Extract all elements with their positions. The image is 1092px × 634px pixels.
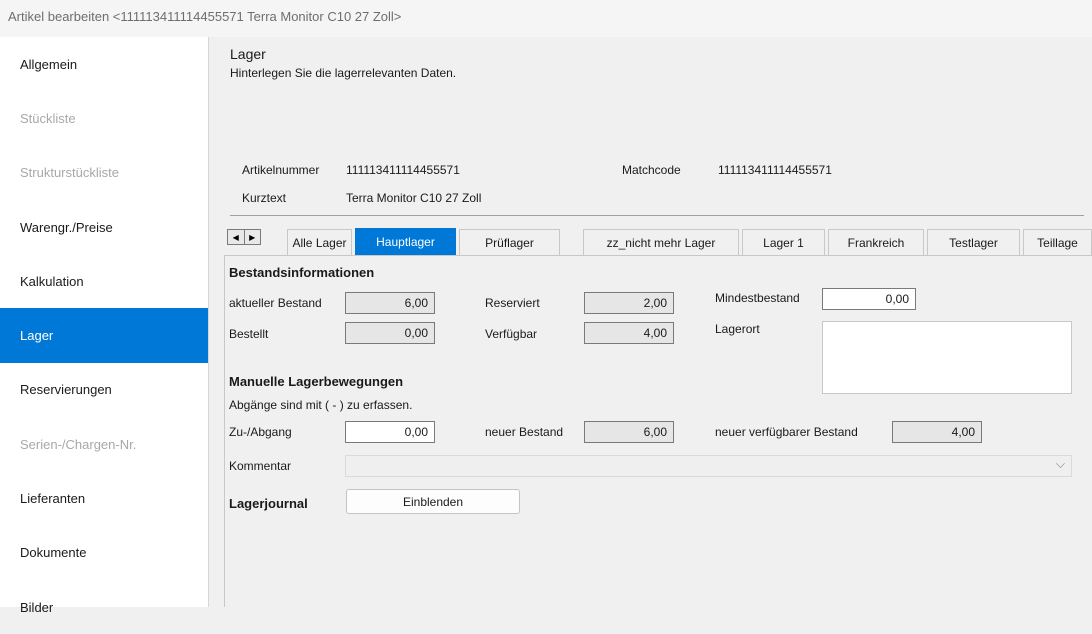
tab-lager-1[interactable]: Lager 1: [742, 229, 825, 255]
stock-journal-heading: Lagerjournal: [229, 496, 308, 511]
minimum-stock-label: Mindestbestand: [715, 291, 800, 305]
new-stock-label: neuer Bestand: [485, 425, 564, 439]
tab-teillager[interactable]: Teillage: [1023, 229, 1092, 255]
change-label: Zu-/Abgang: [229, 425, 292, 439]
sidebar-item-serien-chargen: Serien-/Chargen-Nr.: [20, 436, 137, 452]
new-stock-field: 6,00: [584, 421, 674, 443]
stock-info-heading: Bestandsinformationen: [229, 265, 375, 280]
tab-frankreich[interactable]: Frankreich: [828, 229, 924, 255]
sidebar-item-reservierungen[interactable]: Reservierungen: [0, 363, 208, 417]
movements-hint: Abgänge sind mit ( - ) zu erfassen.: [229, 398, 413, 412]
chevron-down-icon[interactable]: [1056, 459, 1065, 468]
sidebar-item-lager[interactable]: Lager: [0, 308, 208, 363]
tab-panel-hauptlager: Bestandsinformationen aktueller Bestand …: [224, 255, 1092, 607]
matchcode-value: 111113411114455571: [718, 163, 832, 177]
shorttext-value: Terra Monitor C10 27 Zoll: [346, 191, 482, 205]
tab-hauptlager[interactable]: Hauptlager: [355, 228, 456, 255]
available-label: Verfügbar: [485, 327, 538, 341]
sidebar: Allgemein Stückliste Strukturstückliste …: [0, 37, 209, 615]
available-field: 4,00: [584, 322, 674, 344]
separator: [230, 215, 1084, 216]
reserved-label: Reserviert: [485, 296, 540, 310]
page-subtitle: Hinterlegen Sie die lagerrelevanten Date…: [230, 66, 457, 80]
tab-alle-lager[interactable]: Alle Lager: [287, 229, 352, 255]
location-label: Lagerort: [715, 322, 760, 336]
chevron-right-icon[interactable]: ▶: [243, 230, 261, 244]
tab-testlager[interactable]: Testlager: [927, 229, 1020, 255]
sidebar-item-stueckliste: Stückliste: [20, 110, 76, 126]
sidebar-item-lieferanten[interactable]: Lieferanten: [0, 471, 208, 525]
manual-movements-heading: Manuelle Lagerbewegungen: [229, 374, 404, 389]
comment-combobox[interactable]: [345, 455, 1072, 477]
window-title: Artikel bearbeiten <111113411114455571 T…: [0, 0, 1092, 37]
show-journal-button[interactable]: Einblenden: [346, 489, 520, 514]
change-input[interactable]: 0,00: [345, 421, 435, 443]
article-number-label: Artikelnummer: [242, 163, 320, 177]
current-stock-label: aktueller Bestand: [229, 296, 322, 310]
main-panel: Lager Hinterlegen Sie die lagerrelevante…: [210, 37, 1092, 607]
matchcode-label: Matchcode: [622, 163, 681, 177]
tab-scroll-buttons[interactable]: ◀ ▶: [227, 229, 261, 245]
sidebar-item-kalkulation[interactable]: Kalkulation: [0, 254, 208, 308]
sidebar-item-dokumente[interactable]: Dokumente: [0, 526, 208, 580]
comment-label: Kommentar: [229, 459, 292, 473]
sidebar-item-warengruppe-preise[interactable]: Warengr./Preise: [0, 200, 208, 254]
new-available-field: 4,00: [892, 421, 982, 443]
minimum-stock-input[interactable]: 0,00: [822, 288, 916, 310]
tab-zz-nicht-mehr-lager[interactable]: zz_nicht mehr Lager: [583, 229, 739, 255]
ordered-field: 0,00: [345, 322, 435, 344]
tab-prueflager[interactable]: Prüflager: [459, 229, 560, 255]
new-available-label: neuer verfügbarer Bestand: [715, 425, 858, 439]
shorttext-label: Kurztext: [242, 191, 287, 205]
article-number-value: 111113411114455571: [346, 163, 460, 177]
reserved-field: 2,00: [584, 292, 674, 314]
current-stock-field: 6,00: [345, 292, 435, 314]
tab-strip: ◀ ▶ Alle Lager Hauptlager Prüflager zz_n…: [224, 228, 1092, 255]
chevron-left-icon[interactable]: ◀: [228, 230, 244, 244]
sidebar-item-allgemein[interactable]: Allgemein: [0, 37, 208, 91]
sidebar-item-strukturstueckliste: Strukturstückliste: [20, 165, 119, 181]
location-textarea[interactable]: [822, 321, 1072, 394]
ordered-label: Bestellt: [229, 327, 269, 341]
page-title: Lager: [230, 46, 266, 62]
